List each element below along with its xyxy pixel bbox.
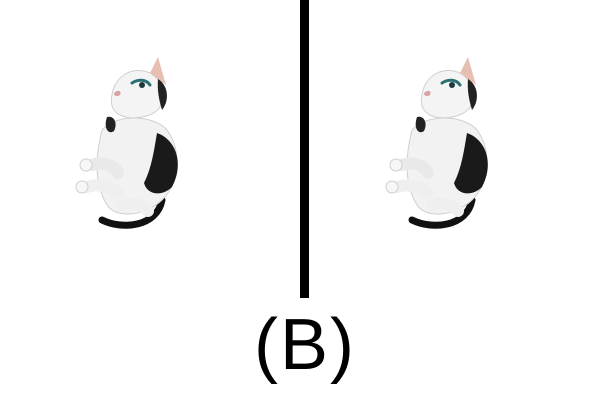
cat-photo-left <box>75 57 178 229</box>
vertical-divider <box>300 0 309 298</box>
right-image-panel <box>310 0 610 300</box>
left-image-panel <box>0 0 300 300</box>
figure-caption: (B) <box>254 305 356 385</box>
cat-photo-right <box>385 57 488 229</box>
